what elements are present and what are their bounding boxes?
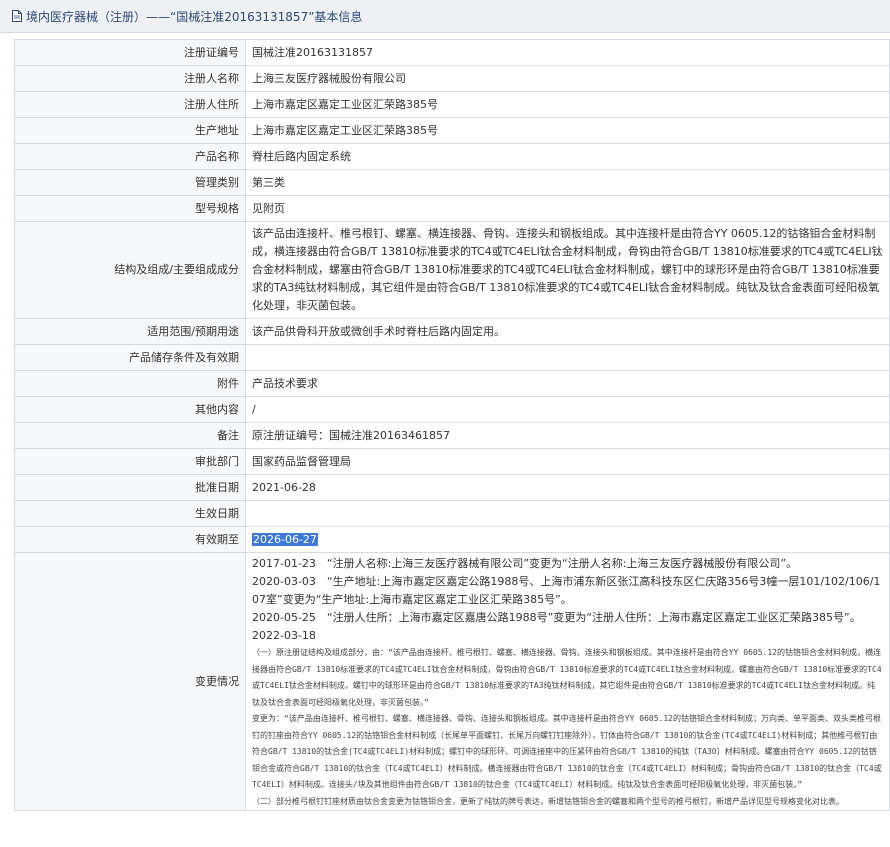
field-value: 上海市嘉定区嘉定工业区汇荣路385号 <box>245 91 890 118</box>
table-row: 型号规格 见附页 <box>14 195 890 222</box>
field-label: 变更情况 <box>14 552 246 811</box>
selected-text[interactable]: 2026-06-27 <box>252 532 318 546</box>
table-row: 备注 原注册证编号：国械注准20163461857 <box>14 422 890 449</box>
field-label: 管理类别 <box>14 169 246 196</box>
field-value: 脊柱后路内固定系统 <box>245 143 890 170</box>
table-row: 注册证编号 国械注准20163131857 <box>14 39 890 66</box>
info-table: 注册证编号 国械注准20163131857 注册人名称 上海三友医疗器械股份有限公司注… <box>14 39 890 811</box>
table-row: 附件 产品技术要求 <box>14 370 890 397</box>
table-row: 注册人住所 上海市嘉定区嘉定工业区汇荣路385号 <box>14 91 890 118</box>
table-row-changes: 变更情况 2017-01-23 “注册人名称:上海三友医疗器械有限公司”变更为“注… <box>14 552 890 811</box>
field-label: 适用范围/预期用途 <box>14 318 246 345</box>
field-label: 有效期至 <box>14 526 246 553</box>
field-value: 2021-06-28 <box>245 474 890 501</box>
field-label: 结构及组成/主要组成成分 <box>14 221 246 319</box>
field-value: 上海三友医疗器械股份有限公司 <box>245 65 890 92</box>
field-label: 生产地址 <box>14 117 246 144</box>
field-value: / <box>245 396 890 423</box>
field-label: 其他内容 <box>14 396 246 423</box>
table-row: 适用范围/预期用途 该产品供骨科开放或微创手术时脊柱后路内固定用。 <box>14 318 890 345</box>
field-value: 见附页 <box>245 195 890 222</box>
field-label: 备注 <box>14 422 246 449</box>
table-row: 产品名称 脊柱后路内固定系统 <box>14 143 890 170</box>
table-row: 结构及组成/主要组成成分 该产品由连接杆、椎弓根钉、螺塞、横连接器、骨钩、连接头和… <box>14 221 890 319</box>
change-detail: 变更为：“该产品由连接杆、椎弓根钉、螺塞、横连接器、骨钩、连接头和钢板组成。其中… <box>252 714 882 789</box>
field-value: 2026-06-27 <box>245 526 890 553</box>
field-label: 型号规格 <box>14 195 246 222</box>
field-value: 国家药品监督管理局 <box>245 448 890 475</box>
field-label: 产品名称 <box>14 143 246 170</box>
table-row: 审批部门 国家药品监督管理局 <box>14 448 890 475</box>
change-detail: （一）原注册证结构及组成部分，由：“该产品由连接杆、椎弓根钉、螺塞、横连接器、骨… <box>252 648 882 707</box>
field-value <box>245 500 890 527</box>
field-value: 上海市嘉定区嘉定工业区汇荣路385号 <box>245 117 890 144</box>
field-value <box>245 344 890 371</box>
table-row: 管理类别 第三类 <box>14 169 890 196</box>
table-row: 产品储存条件及有效期 <box>14 344 890 371</box>
page-title-bar: 境内医疗器械（注册）——“国械注准20163131857”基本信息 <box>0 0 890 33</box>
table-row: 注册人名称 上海三友医疗器械股份有限公司 <box>14 65 890 92</box>
field-value: 原注册证编号：国械注准20163461857 <box>245 422 890 449</box>
change-entry: 2022-03-18 <box>252 629 316 642</box>
table-row: 生产地址 上海市嘉定区嘉定工业区汇荣路385号 <box>14 117 890 144</box>
field-label: 审批部门 <box>14 448 246 475</box>
field-label: 注册证编号 <box>14 39 246 66</box>
table-row: 批准日期 2021-06-28 <box>14 474 890 501</box>
field-value: 国械注准20163131857 <box>245 39 890 66</box>
table-row: 其他内容 / <box>14 396 890 423</box>
field-value: 产品技术要求 <box>245 370 890 397</box>
field-value: 该产品供骨科开放或微创手术时脊柱后路内固定用。 <box>245 318 890 345</box>
table-row: 生效日期 <box>14 500 890 527</box>
field-label: 注册人名称 <box>14 65 246 92</box>
field-label: 注册人住所 <box>14 91 246 118</box>
page-title: 境内医疗器械（注册）——“国械注准20163131857”基本信息 <box>26 9 363 24</box>
field-label: 产品储存条件及有效期 <box>14 344 246 371</box>
field-label: 附件 <box>14 370 246 397</box>
table-row: 有效期至 2026-06-27 <box>14 526 890 553</box>
change-detail: （二）部分椎弓根钉钉座材质由钛合金变更为钴铬钼合金，更新了纯钛的牌号表达，新增钴… <box>252 796 844 806</box>
change-history: 2017-01-23 “注册人名称:上海三友医疗器械有限公司”变更为“注册人名称… <box>245 552 890 811</box>
change-entry: 2020-03-03 “生产地址:上海市嘉定区嘉定公路1988号、上海市浦东新区… <box>252 575 881 606</box>
field-label: 生效日期 <box>14 500 246 527</box>
detail-container: 注册证编号 国械注准20163131857 注册人名称 上海三友医疗器械股份有限公司注… <box>0 33 890 811</box>
change-entry: 2020-05-25 “注册人住所：上海市嘉定区嘉唐公路1988号”变更为“注册… <box>252 611 861 624</box>
field-label: 批准日期 <box>14 474 246 501</box>
document-icon <box>12 10 22 22</box>
change-entry: 2017-01-23 “注册人名称:上海三友医疗器械有限公司”变更为“注册人名称… <box>252 557 798 570</box>
field-value: 该产品由连接杆、椎弓根钉、螺塞、横连接器、骨钩、连接头和钢板组成。其中连接杆是由… <box>245 221 890 319</box>
field-value: 第三类 <box>245 169 890 196</box>
